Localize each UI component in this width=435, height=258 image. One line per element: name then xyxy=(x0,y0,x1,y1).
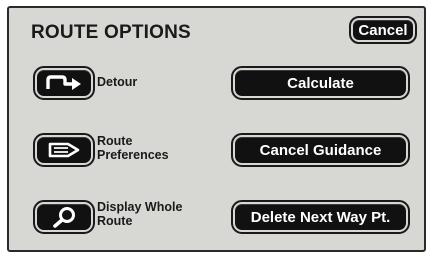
magnifier-icon xyxy=(49,206,79,228)
route-options-screen: ROUTE OPTIONS Cancel Detour Route Prefer… xyxy=(7,6,426,252)
detour-button[interactable] xyxy=(33,66,95,100)
page-title: ROUTE OPTIONS xyxy=(31,22,191,43)
detour-arrow-icon xyxy=(44,73,84,93)
route-preferences-button[interactable] xyxy=(33,133,95,167)
cancel-guidance-button[interactable]: Cancel Guidance xyxy=(231,133,410,167)
cancel-button[interactable]: Cancel xyxy=(349,16,417,44)
detour-label: Detour xyxy=(97,75,138,89)
display-whole-route-button[interactable] xyxy=(33,200,95,234)
route-preferences-label: Route Preferences xyxy=(97,134,169,162)
delete-next-way-point-button[interactable]: Delete Next Way Pt. xyxy=(231,200,410,234)
route-preferences-icon xyxy=(44,140,84,160)
calculate-button[interactable]: Calculate xyxy=(231,66,410,100)
display-whole-route-label: Display Whole Route xyxy=(97,200,183,228)
